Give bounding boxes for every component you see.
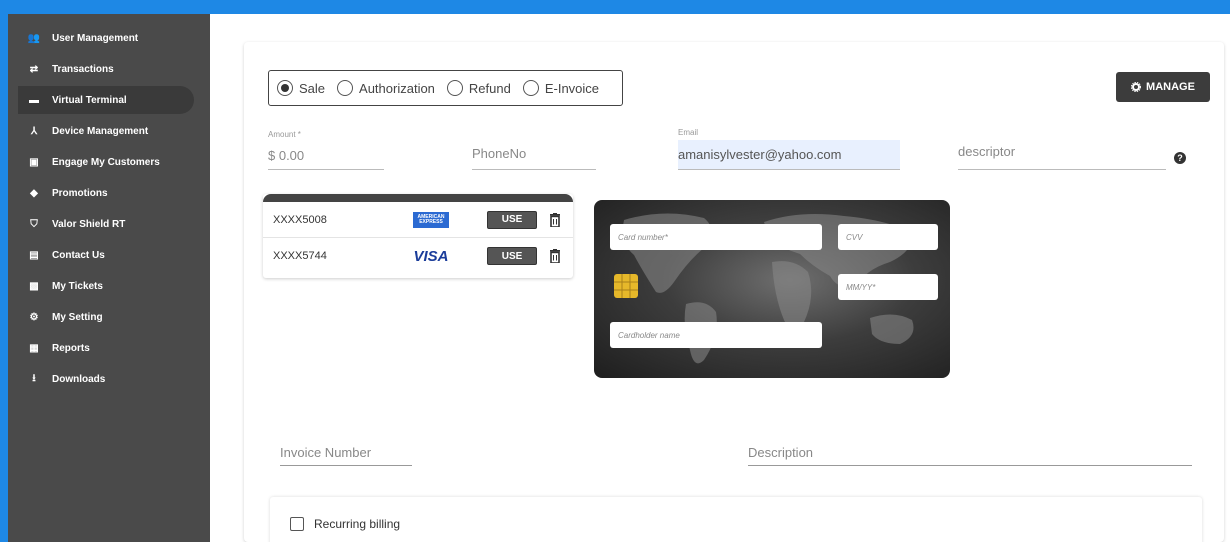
card-number-input[interactable]: Card number* [610,224,822,250]
sidebar-item-reports[interactable]: ▦ Reports [18,334,194,362]
tag-icon: ◆ [30,187,38,199]
amount-field[interactable]: Amount * $ 0.00 [268,130,384,170]
email-value: amanisylvester@yahoo.com [678,147,842,162]
recurring-billing-label: Recurring billing [314,517,401,531]
recurring-billing-checkbox[interactable] [290,517,304,531]
download-icon: ⭳ [32,372,36,384]
saved-card-number: XXXX5008 [273,213,327,226]
sidebar-item-label: My Setting [52,311,103,323]
saved-card-row: XXXX5008 AMERICAN EXPRESS USE [263,202,573,238]
report-icon: ▦ [29,342,39,354]
description-placeholder: Description [748,445,814,460]
radio-authorization[interactable]: Authorization [337,80,435,96]
shield-icon: ⛉ [30,218,38,230]
sidebar-item-label: Valor Shield RT [52,218,126,230]
sidebar-item-my-tickets[interactable]: ▩ My Tickets [18,272,194,300]
description-underline [748,465,1192,466]
sidebar-item-contact-us[interactable]: ▤ Contact Us [18,241,194,269]
expiry-input[interactable]: MM/YY* [838,274,938,300]
radio-refund[interactable]: Refund [446,80,511,96]
radio-authorization-label: Authorization [359,80,435,96]
cardholder-name-input[interactable]: Cardholder name [610,322,822,348]
descriptor-underline [958,169,1166,170]
sidebar-item-label: My Tickets [52,280,103,292]
amex-logo-icon: AMERICAN EXPRESS [413,211,449,228]
saved-cards-header-bar [263,194,573,202]
sidebar-item-transactions[interactable]: ⇄ Transactions [18,55,194,83]
sidebar-item-engage-my-customers[interactable]: ▣ Engage My Customers [18,148,194,176]
radio-sale[interactable]: Sale [277,80,325,96]
manage-button[interactable]: MANAGE [1116,72,1210,102]
invoice-number-field[interactable]: Invoice Number [280,440,412,466]
swap-arrows-icon: ⇄ [29,63,39,75]
sidebar-item-my-setting[interactable]: ⚙ My Setting [18,303,194,331]
radio-authorization-circle[interactable] [337,80,354,96]
sidebar-item-promotions[interactable]: ◆ Promotions [18,179,194,207]
recurring-billing-section: Recurring billing [270,497,1202,542]
radio-sale-circle[interactable] [277,80,293,96]
help-icon[interactable]: ? [1174,152,1186,164]
phone-placeholder: PhoneNo [472,146,527,161]
phone-field[interactable]: PhoneNo [472,138,596,170]
descriptor-field[interactable]: descriptor [958,138,1166,170]
card-chip-icon [614,274,638,298]
people-icon: 👥 [27,32,41,44]
radio-e-invoice-circle[interactable] [522,80,539,96]
visa-logo-icon: VISA [413,247,449,265]
ticket-icon: ▩ [29,280,39,292]
manage-button-label: MANAGE [1146,81,1195,93]
sidebar-item-label: Virtual Terminal [52,94,127,106]
invoice-number-placeholder: Invoice Number [280,445,372,460]
email-label: Email [678,128,699,137]
radio-refund-label: Refund [468,80,511,96]
contact-book-icon: ▤ [29,249,39,261]
sidebar-item-device-management[interactable]: ⅄ Device Management [18,117,194,145]
contact-card-icon: ▣ [29,156,39,168]
radio-sale-label: Sale [299,80,326,96]
radio-refund-circle[interactable] [446,80,463,96]
invoice-number-underline [280,465,412,466]
descriptor-placeholder: descriptor [958,144,1016,159]
transaction-type-group: Sale Authorization Refund E-Invoice [268,70,623,106]
use-card-button[interactable]: USE [487,210,537,229]
sidebar-item-virtual-terminal[interactable]: ▬ Virtual Terminal [18,86,194,114]
radio-e-invoice-label: E-Invoice [544,80,600,96]
sidebar-item-label: Downloads [52,373,106,385]
sidebar-item-label: Reports [52,342,90,354]
radio-e-invoice[interactable]: E-Invoice [522,80,600,96]
sidebar-item-label: Engage My Customers [52,156,160,168]
credit-card-form: Card number* CVV MM/YY* Cardholder name [594,200,950,378]
trash-icon[interactable] [550,249,560,263]
app-frame: 👥 User Management ⇄ Transactions ▬ Virtual Te… [8,14,1230,542]
sidebar-item-valor-shield-rt[interactable]: ⛉ Valor Shield RT [18,210,194,238]
gear-icon [1131,82,1142,92]
settings-icon: ⚙ [29,311,39,323]
email-underline [678,169,900,170]
sidebar-item-label: Promotions [52,187,108,199]
use-card-button[interactable]: USE [487,247,537,265]
sidebar-item-label: User Management [52,32,139,44]
virtual-terminal-panel: Sale Authorization Refund E-Invoice MANA… [244,42,1224,542]
email-field[interactable]: Email amanisylvester@yahoo.com [678,128,900,170]
sidebar-item-label: Contact Us [52,249,105,261]
saved-card-row: XXXX5744 VISA USE [263,238,573,274]
saved-cards-list: XXXX5008 AMERICAN EXPRESS USE XXXX5744 V… [263,194,573,278]
amount-value: $ 0.00 [268,148,305,163]
device-tree-icon: ⅄ [30,125,38,137]
sidebar-item-label: Device Management [52,125,149,137]
sidebar: 👥 User Management ⇄ Transactions ▬ Virtual Te… [8,14,210,542]
description-field[interactable]: Description [748,440,1192,466]
sidebar-item-user-management[interactable]: 👥 User Management [18,24,194,52]
terminal-icon: ▬ [29,94,39,106]
trash-icon[interactable] [550,212,560,227]
amount-underline [268,169,384,170]
cvv-input[interactable]: CVV [838,224,938,250]
saved-card-number: XXXX5744 [273,250,327,262]
amount-label: Amount * [268,130,301,139]
phone-underline [472,169,596,170]
sidebar-item-label: Transactions [52,63,114,75]
sidebar-item-downloads[interactable]: ⭳ Downloads [18,365,194,393]
